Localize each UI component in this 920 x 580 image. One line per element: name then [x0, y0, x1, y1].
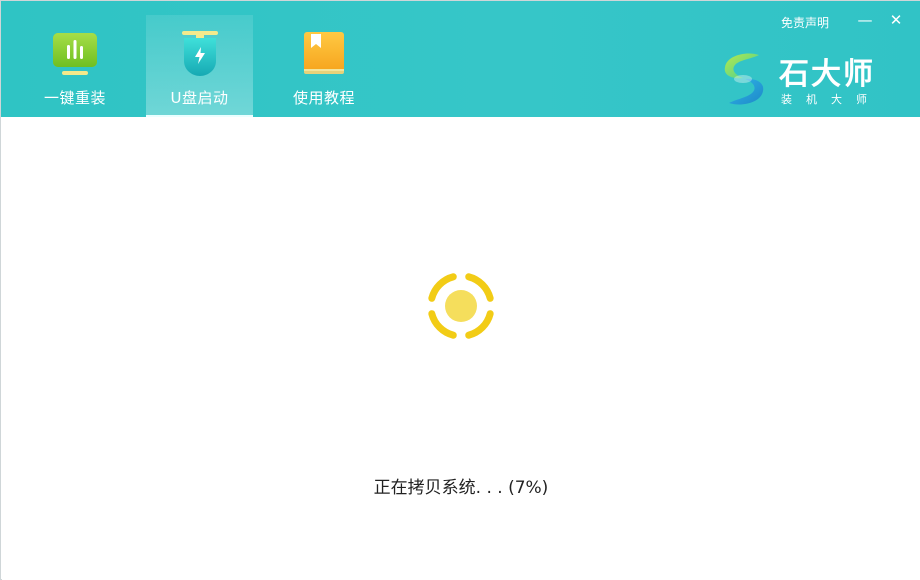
copy-status-text: 正在拷贝系统. . . (7%) [373, 478, 549, 498]
tab-one-key-install[interactable]: 一键重装 [23, 15, 127, 115]
brand-logo: 石大师 装机大师 [721, 51, 891, 107]
tab-tutorial[interactable]: 使用教程 [272, 15, 376, 115]
brand-mark-icon [721, 51, 767, 107]
tab-label: 一键重装 [43, 89, 106, 107]
bar-chart-icon [52, 31, 98, 77]
brand-subtitle: 装机大师 [781, 93, 881, 106]
app-window: 一键重装 U盘启动 使用教程 免责声明 — ✕ 石大师 装机大师 正在拷贝系统.… [0, 0, 920, 580]
close-button[interactable]: ✕ [885, 9, 907, 31]
tab-label: U盘启动 [170, 89, 229, 107]
book-icon [301, 31, 347, 77]
tab-label: 使用教程 [292, 89, 355, 107]
disclaimer-link[interactable]: 免责声明 [781, 14, 829, 31]
brand-name: 石大师 [779, 57, 875, 92]
usb-drive-icon [177, 31, 223, 77]
loading-spinner-icon [419, 264, 503, 348]
minimize-button[interactable]: — [854, 9, 876, 31]
tab-usb-boot[interactable]: U盘启动 [146, 15, 253, 117]
header-bar: 一键重装 U盘启动 使用教程 免责声明 — ✕ 石大师 装机大师 [1, 1, 920, 117]
main-content [2, 117, 920, 580]
